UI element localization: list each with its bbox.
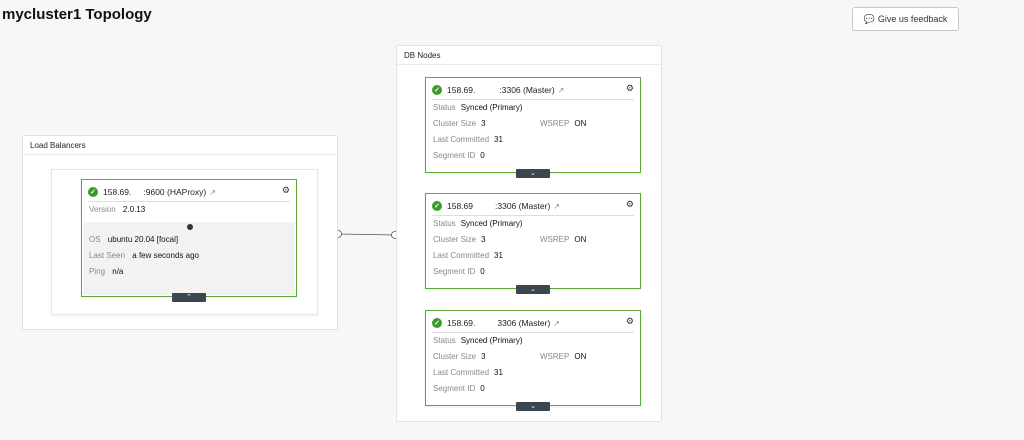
segment-id-value: 0 [480,384,485,393]
check-circle-icon: ✓ [88,187,98,197]
segment-id-label: Segment ID [433,384,476,393]
segment-id-value: 0 [480,267,485,276]
check-circle-icon: ✓ [432,85,442,95]
status-label: Status [433,103,456,112]
status-value: Synced (Primary) [460,219,523,228]
wsrep-label: WSREP [540,119,570,128]
gears-icon[interactable]: ⚙ [626,199,634,210]
node-port-label: :3306 (Master) [495,201,551,211]
db-node-card-2[interactable]: ✓ 158.69 :3306 (Master) ↗ ⚙ Status Synced… [425,193,641,294]
last-committed-value: 31 [494,135,503,144]
external-link-icon[interactable]: ↗ [558,86,565,95]
load-balancers-panel: Load Balancers ✓ 158.69. :9600 (HAProxy)… [22,135,338,330]
status-value: Synced (Primary) [460,103,523,112]
segment-id-value: 0 [480,151,485,160]
segment-id-label: Segment ID [433,267,476,276]
expand-toggle-button[interactable]: ⌄ [516,285,550,294]
external-link-icon[interactable]: ↗ [553,202,560,211]
status-dot [187,224,193,230]
wsrep-value: ON [574,352,587,361]
wsrep-value: ON [574,235,587,244]
gears-icon[interactable]: ⚙ [626,316,634,327]
load-balancers-container: ✓ 158.69. :9600 (HAProxy) ↗ ⚙ Version 2.… [51,169,318,315]
db-node-card-3[interactable]: ✓ 158.69. 3306 (Master) ↗ ⚙ Status Synced… [425,310,641,411]
ping-value: n/a [112,267,124,276]
last-committed-value: 31 [494,251,503,260]
os-value: ubuntu 20.04 [focal] [107,235,179,244]
cluster-size-value: 3 [481,235,486,244]
wsrep-label: WSREP [540,235,570,244]
external-link-icon[interactable]: ↗ [553,319,560,328]
cluster-size-label: Cluster Size [433,235,477,244]
last-committed-label: Last Committed [433,251,490,260]
segment-id-label: Segment ID [433,151,476,160]
last-seen-value: a few seconds ago [132,251,199,260]
last-committed-label: Last Committed [433,135,490,144]
node-ip: 158.69. [447,85,476,95]
check-circle-icon: ✓ [432,201,442,211]
gears-icon[interactable]: ⚙ [626,83,634,94]
wsrep-value: ON [574,119,587,128]
node-port-label: 3306 (Master) [497,318,551,328]
last-seen-label: Last Seen [89,251,126,260]
last-committed-value: 31 [494,368,503,377]
db-node-card-1[interactable]: ✓ 158.69. :3306 (Master) ↗ ⚙ Status Synce… [425,77,641,178]
lb-to-db-wire [337,233,396,236]
expand-toggle-button[interactable]: ⌄ [516,402,550,411]
status-label: Status [433,219,456,228]
version-value: 2.0.13 [122,205,146,214]
cluster-size-value: 3 [481,352,486,361]
load-balancers-title: Load Balancers [30,141,86,150]
status-label: Status [433,336,456,345]
db-nodes-title: DB Nodes [404,51,441,60]
os-label: OS [89,235,101,244]
collapse-toggle-button[interactable]: ⌃ [172,293,206,302]
haproxy-node-card[interactable]: ✓ 158.69. :9600 (HAProxy) ↗ ⚙ Version 2.… [81,179,297,302]
cluster-size-value: 3 [481,119,486,128]
status-value: Synced (Primary) [460,336,523,345]
gears-icon[interactable]: ⚙ [282,185,290,196]
node-ip: 158.69 [447,201,473,211]
ping-label: Ping [89,267,106,276]
cluster-size-label: Cluster Size [433,352,477,361]
node-ip: 158.69. [447,318,476,328]
cluster-size-label: Cluster Size [433,119,477,128]
wsrep-label: WSREP [540,352,570,361]
expand-toggle-button[interactable]: ⌄ [516,169,550,178]
version-label: Version [89,205,116,214]
node-port-label: :9600 (HAProxy) [143,187,207,197]
external-link-icon[interactable]: ↗ [209,188,216,197]
node-ip: 158.69. [103,187,132,197]
check-circle-icon: ✓ [432,318,442,328]
node-port-label: :3306 (Master) [499,85,555,95]
last-committed-label: Last Committed [433,368,490,377]
